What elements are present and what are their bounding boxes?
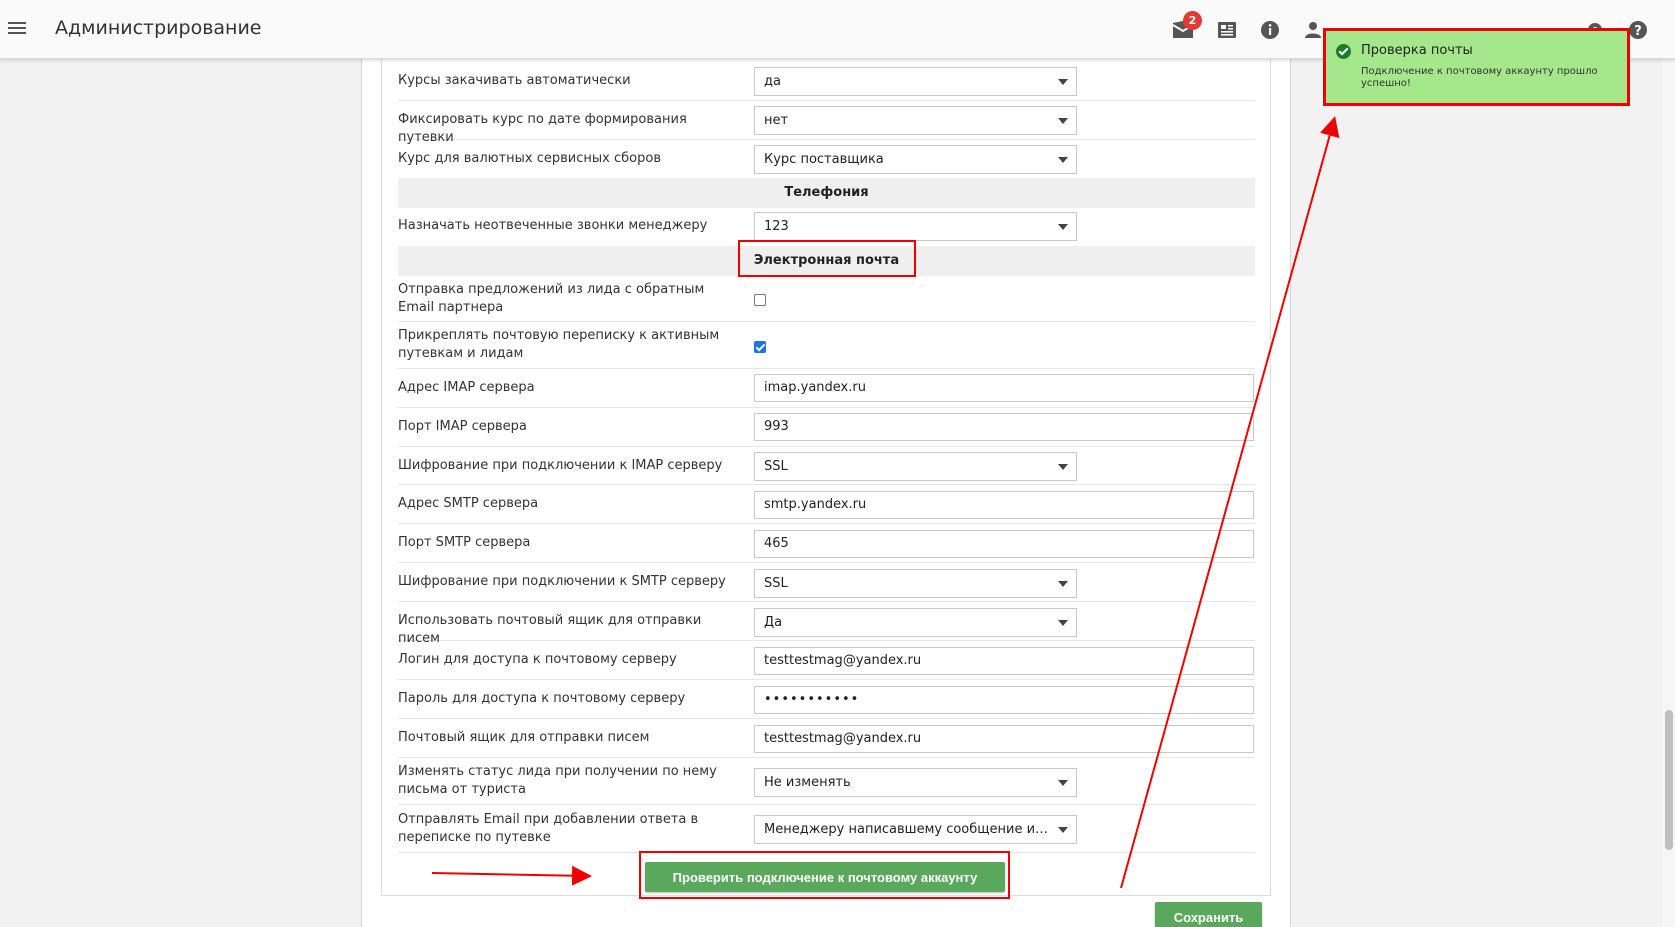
section-header-telephony: Телефония [398,178,1255,208]
row-label: Порт IMAP сервера [398,419,527,434]
row-label: Шифрование при подключении к SMTP сервер… [398,574,726,589]
news-icon[interactable] [1214,17,1240,43]
smtp-port-input[interactable]: 465 [754,530,1254,558]
chevron-down-icon [1058,827,1068,833]
smtp-address-input[interactable]: smtp.yandex.ru [754,491,1254,519]
fix-rate-select[interactable]: нет [754,106,1077,135]
check-circle-icon [1336,44,1351,59]
attach-correspondence-checkbox[interactable] [754,341,766,353]
section-header-email: Электронная почта [398,246,1255,276]
settings-row: Прикреплять почтовую переписку к активны… [398,322,1255,369]
auto-rates-select[interactable]: да [754,67,1077,96]
row-label: Прикреплять почтовую переписку к активны… [398,328,720,361]
chevron-down-icon [1058,620,1068,626]
chevron-down-icon [1058,157,1068,163]
info-icon[interactable] [1257,17,1283,43]
chevron-down-icon [1058,780,1068,786]
page-title: Администрирование [55,17,262,39]
panel-divider [1270,59,1271,895]
row-label: Логин для доступа к почтовому серверу [398,652,677,667]
row-label: Изменять статус лида при получении по не… [398,764,717,797]
row-label: Курсы закачивать автоматически [398,73,631,88]
settings-row: Отправка предложений из лида с обратным … [398,276,1255,322]
service-fee-rate-select[interactable]: Курс поставщика [754,145,1077,174]
chevron-down-icon [1058,464,1068,470]
check-connection-button[interactable]: Проверить подключение к почтовому аккаун… [645,862,1005,892]
row-label: Адрес SMTP сервера [398,496,539,511]
row-label: Адрес IMAP сервера [398,380,535,395]
row-label: Отправлять Email при добавлении ответа в… [398,812,699,845]
partner-email-checkbox[interactable] [754,294,766,306]
chevron-down-icon [1058,224,1068,230]
row-label: Шифрование при подключении к IMAP сервер… [398,458,723,473]
notification-badge: 2 [1183,11,1202,30]
scrollbar-thumb[interactable] [1665,710,1673,850]
missed-calls-manager-select[interactable]: 123 [754,212,1077,241]
imap-encryption-select[interactable]: SSL [754,452,1077,481]
panel-divider [381,895,1271,896]
use-mailbox-select[interactable]: Да [754,608,1077,637]
menu-icon[interactable] [6,18,28,40]
toast-title: Проверка почты [1361,43,1473,58]
toast-message: Подключение к почтовому аккаунту прошло … [1361,66,1598,89]
chevron-down-icon [1058,79,1068,85]
row-label: Почтовый ящик для отправки писем [398,730,650,745]
save-button[interactable]: Сохранить [1155,902,1262,927]
panel-divider [381,59,382,895]
password-input[interactable]: ••••••••••• [754,686,1254,714]
imap-address-input[interactable]: imap.yandex.ru [754,374,1254,402]
imap-port-input[interactable]: 993 [754,413,1254,441]
chevron-down-icon [1058,118,1068,124]
row-label: Пароль для доступа к почтовому серверу [398,691,686,706]
sender-mailbox-input[interactable]: testtestmag@yandex.ru [754,725,1254,753]
reply-email-select[interactable]: Менеджеру написавшему сообщение и ответс… [754,815,1077,844]
chevron-down-icon [1058,581,1068,587]
row-label: Курс для валютных сервисных сборов [398,151,661,166]
row-label: Отправка предложений из лида с обратным … [398,282,705,315]
lead-status-select[interactable]: Не изменять [754,768,1077,797]
success-toast: Проверка почты Подключение к почтовому а… [1323,28,1630,106]
svg-text:?: ? [1634,24,1642,39]
login-input[interactable]: testtestmag@yandex.ru [754,647,1254,675]
smtp-encryption-select[interactable]: SSL [754,569,1077,598]
row-label: Назначать неотвеченные звонки менеджеру [398,218,708,233]
row-label: Порт SMTP сервера [398,535,531,550]
